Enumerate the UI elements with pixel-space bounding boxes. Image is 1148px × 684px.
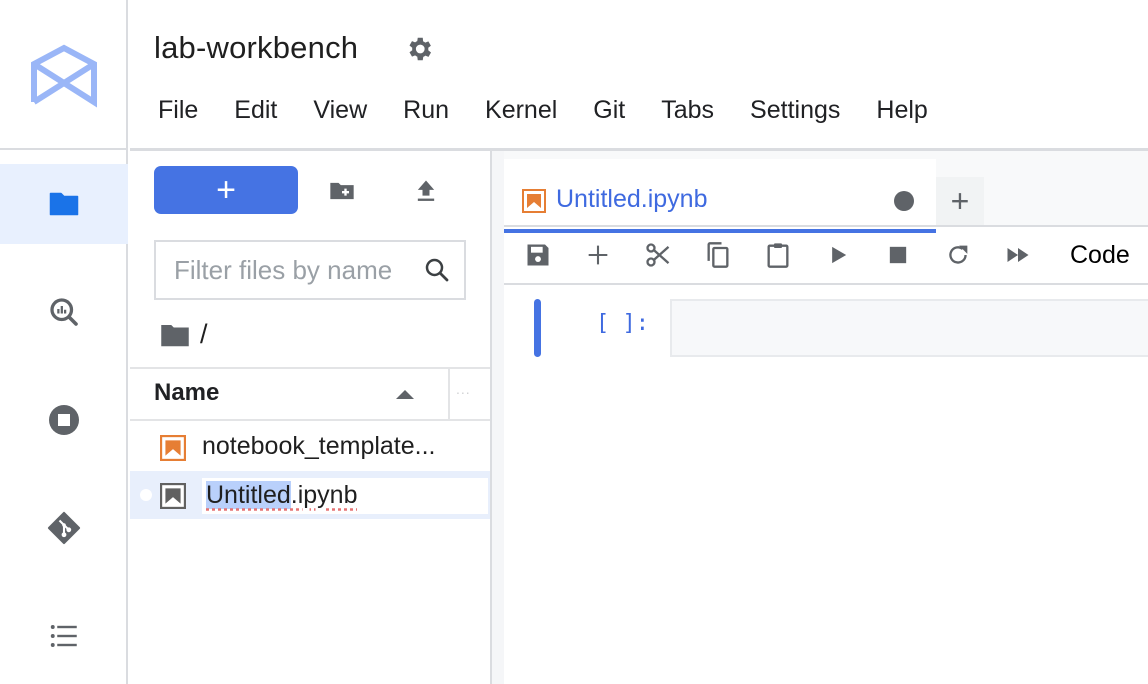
panel-gutter [492, 151, 504, 684]
cell-type-dropdown[interactable]: Code [1070, 241, 1130, 270]
new-folder-icon[interactable] [328, 177, 356, 205]
main-area: Untitled.ipynb + Code []: [504, 151, 1148, 684]
plus-icon: + [216, 171, 236, 209]
workspace-title: lab-workbench [154, 30, 359, 65]
menu-file[interactable]: File [140, 94, 216, 126]
column-more-icon[interactable]: ... [456, 381, 471, 397]
file-list-header: Name ... [130, 369, 490, 419]
analytics-search-icon [50, 298, 78, 326]
activity-toc[interactable] [0, 596, 128, 676]
save-icon[interactable] [524, 241, 552, 269]
cell-editor[interactable] [670, 299, 1148, 357]
jupyterlab-app: lab-workbench File Edit View Run Kernel … [0, 0, 1148, 684]
folder-icon [49, 192, 79, 216]
activity-divider [0, 148, 128, 150]
gear-icon[interactable] [404, 34, 434, 64]
file-browser-panel: + / Name ... [130, 151, 490, 684]
notebook-icon [160, 483, 186, 509]
breadcrumb-root[interactable]: / [200, 319, 208, 350]
activity-bar [0, 0, 128, 684]
activity-git[interactable] [0, 488, 128, 568]
tab-label: Untitled.ipynb [556, 185, 708, 213]
list-icon [50, 625, 77, 647]
column-header-name[interactable]: Name [154, 379, 219, 407]
insert-cell-icon[interactable] [584, 241, 612, 269]
file-name: notebook_template... [202, 432, 436, 460]
file-row[interactable]: notebook_template... [130, 423, 490, 471]
column-divider [448, 369, 450, 419]
tab-untitled-ipynb[interactable]: Untitled.ipynb [504, 159, 936, 233]
activity-file-browser[interactable] [0, 164, 128, 244]
paste-icon[interactable] [764, 241, 792, 269]
menu-run[interactable]: Run [385, 94, 467, 126]
notebook-icon [160, 435, 186, 461]
menu-tabs[interactable]: Tabs [643, 94, 732, 126]
notebook-icon [522, 189, 546, 213]
menu-settings[interactable]: Settings [732, 94, 858, 126]
notebook-toolbar: Code [504, 227, 1148, 283]
rename-selected-text: Untitled [206, 481, 291, 509]
unsaved-indicator-icon[interactable] [894, 191, 914, 211]
menu-help[interactable]: Help [858, 94, 945, 126]
run-icon[interactable] [824, 241, 852, 269]
activity-bigquery[interactable] [0, 272, 128, 352]
running-indicator [140, 489, 152, 501]
new-launcher-button[interactable]: + [154, 166, 298, 214]
run-all-icon[interactable] [1004, 241, 1032, 269]
rename-extension-text: .ipynb [290, 481, 358, 509]
rename-input[interactable]: Untitled.ipynb [202, 478, 488, 514]
top-header: lab-workbench File Edit View Run Kernel … [130, 0, 1148, 148]
activity-running[interactable] [0, 380, 128, 460]
menu-git[interactable]: Git [575, 94, 643, 126]
cut-icon[interactable] [644, 241, 672, 269]
home-folder-icon[interactable] [160, 322, 190, 348]
sort-ascending-icon[interactable] [396, 390, 414, 399]
list-header-divider [130, 419, 490, 421]
code-cell[interactable]: [ ]: [504, 295, 1148, 359]
menu-view[interactable]: View [295, 94, 385, 126]
copy-icon[interactable] [704, 241, 732, 269]
add-tab-button[interactable]: + [936, 177, 984, 225]
app-logo-icon [31, 44, 97, 108]
stop-circle-icon [49, 405, 79, 435]
filter-files-field [154, 240, 466, 300]
menu-edit[interactable]: Edit [216, 94, 295, 126]
file-row-selected[interactable]: Untitled.ipynb [130, 471, 490, 519]
menu-kernel[interactable]: Kernel [467, 94, 575, 126]
active-cell-indicator [534, 299, 541, 357]
upload-icon[interactable] [412, 177, 440, 205]
toolbar-divider [504, 283, 1148, 285]
tab-bar: Untitled.ipynb + [504, 151, 1148, 233]
cell-prompt: [ ]: [596, 311, 649, 336]
restart-icon[interactable] [944, 241, 972, 269]
git-icon [47, 511, 81, 545]
menu-bar: File Edit View Run Kernel Git Tabs Setti… [140, 94, 946, 126]
filter-files-input[interactable] [156, 254, 416, 286]
breadcrumb: / [160, 319, 208, 350]
stop-icon[interactable] [884, 241, 912, 269]
search-icon [425, 258, 449, 282]
